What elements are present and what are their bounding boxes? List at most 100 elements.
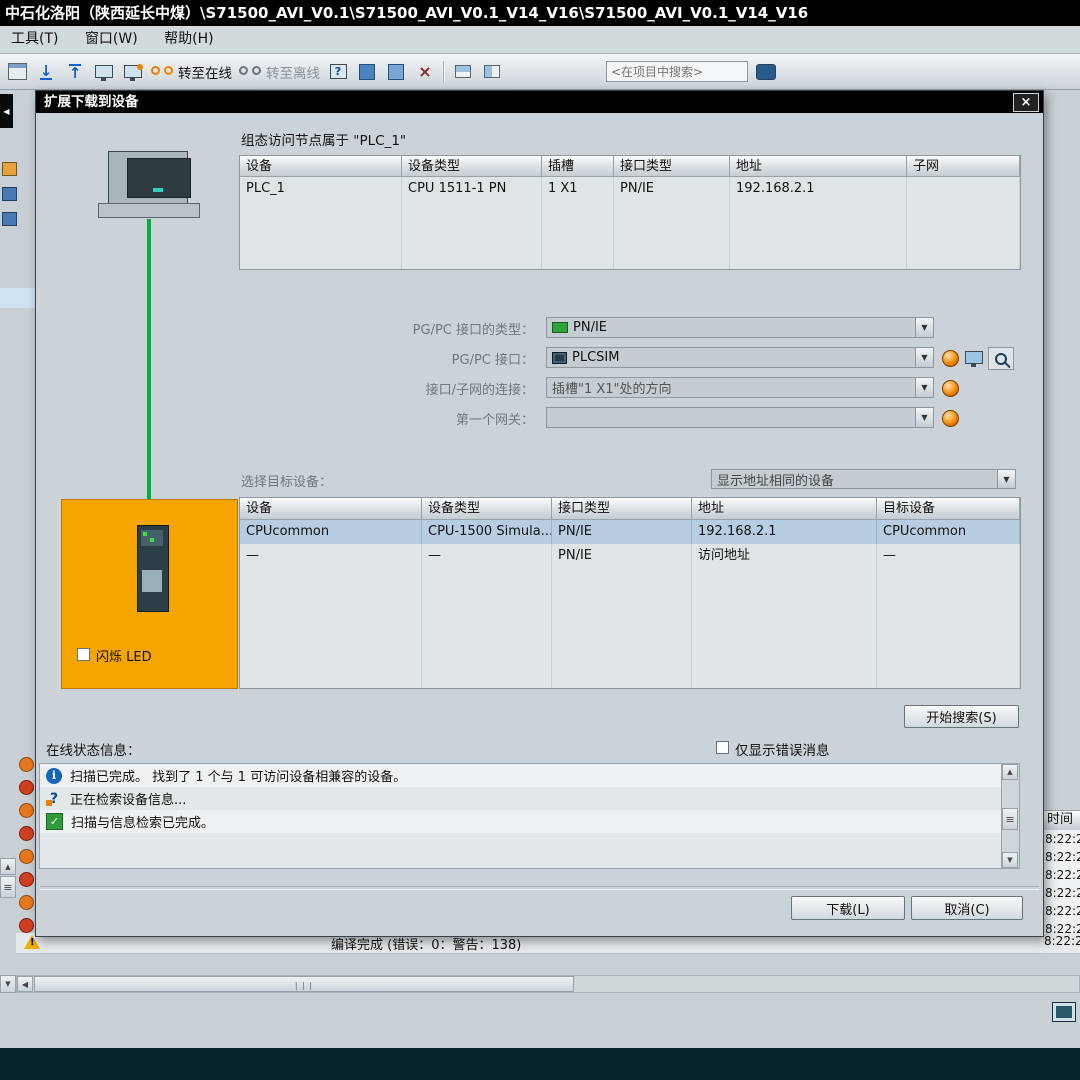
upload-from-device-icon[interactable] <box>64 61 86 83</box>
window-title: 中石化洛阳（陕西延长中煤）\S71500_AVI_V0.1\S71500_AVI… <box>5 4 808 22</box>
status-message-row[interactable]: 扫描已完成。 找到了 1 个与 1 可访问设备相兼容的设备。 <box>40 764 1002 787</box>
chevron-down-icon[interactable] <box>915 318 933 337</box>
table-header-row: 设备 设备类型 插槽 接口类型 地址 子网 <box>240 156 1020 177</box>
gateway-select[interactable] <box>546 407 934 428</box>
flash-led-icon[interactable] <box>942 350 959 367</box>
background-time-cell: 8:22:2 <box>1042 830 1080 849</box>
remove-connection-icon[interactable] <box>414 61 436 83</box>
time-column-header: 时间 <box>1042 810 1080 831</box>
scroll-up-button[interactable] <box>1002 764 1018 780</box>
hscroll-grip-icon <box>295 977 313 992</box>
project-search-input[interactable] <box>606 61 748 82</box>
go-offline-icon <box>239 66 261 78</box>
form-row: PG/PC 接口： PLCSIM <box>36 347 1043 368</box>
alarm-icon <box>19 780 34 795</box>
alarm-icon <box>19 826 34 841</box>
pgpc-type-label: PG/PC 接口的类型： <box>413 319 534 338</box>
table-row <box>240 640 1020 664</box>
hscroll-thumb[interactable] <box>34 976 574 992</box>
status-message-list: 扫描已完成。 找到了 1 个与 1 可访问设备相兼容的设备。 正在检索设备信息.… <box>39 763 1020 869</box>
only-errors-checkbox[interactable] <box>716 741 729 754</box>
background-time-cell: 8:22:2 <box>1042 866 1080 885</box>
split-editor-horizontal-icon[interactable] <box>452 61 474 83</box>
select-target-label: 选择目标设备： <box>241 471 332 490</box>
connection-select[interactable]: 插槽"1 X1"处的方向 <box>546 377 934 398</box>
background-time-cell: 8:22:2 <box>1044 934 1080 948</box>
hscroll-left-button[interactable] <box>17 976 33 992</box>
chevron-down-icon[interactable] <box>915 378 933 397</box>
table-header-row: 设备 设备类型 接口类型 地址 目标设备 <box>240 498 1020 520</box>
main-toolbar: 转至在线 转至离线 <box>0 54 1080 90</box>
pgpc-interface-select[interactable]: PLCSIM <box>546 347 934 368</box>
vscroll-thumb[interactable] <box>0 876 16 898</box>
menu-tools[interactable]: 工具(T) <box>0 26 69 53</box>
start-simulation-icon[interactable] <box>93 61 115 83</box>
screen: 中石化洛阳（陕西延长中煤）\S71500_AVI_V0.1\S71500_AVI… <box>0 0 1080 1080</box>
status-tray-icon[interactable] <box>1052 1002 1076 1022</box>
browse-icon[interactable] <box>988 347 1014 370</box>
flash-led-checkbox[interactable] <box>77 648 90 661</box>
gateway-label: 第一个网关： <box>456 409 534 428</box>
table-row <box>240 592 1020 616</box>
status-message-row[interactable]: 扫描与信息检索已完成。 <box>40 810 1002 833</box>
vscroll-down-button[interactable] <box>0 975 16 993</box>
project-tree-icon <box>2 162 17 176</box>
plcsim-icon <box>552 352 567 364</box>
flash-led-icon[interactable] <box>942 380 959 397</box>
check-icon <box>46 813 63 830</box>
scroll-thumb[interactable] <box>1002 808 1018 830</box>
search-project-icon[interactable] <box>755 61 777 83</box>
background-time-cell: 8:22:2 <box>1042 884 1080 903</box>
toolbar-separator <box>443 61 445 83</box>
stop-simulation-icon[interactable] <box>122 61 144 83</box>
collapse-panel-arrow[interactable] <box>0 94 13 128</box>
plc-device-graphic <box>137 525 169 612</box>
show-devices-icon[interactable] <box>965 351 983 364</box>
scroll-down-button[interactable] <box>1002 852 1018 868</box>
pnie-icon <box>552 322 568 333</box>
table-row[interactable]: PLC_1 CPU 1511-1 PN 1 X1 PN/IE 192.168.2… <box>240 177 1020 200</box>
menu-help[interactable]: 帮助(H) <box>153 26 224 53</box>
start-search-button[interactable]: 开始搜索(S) <box>904 705 1019 728</box>
vscroll-up-button[interactable] <box>0 858 16 875</box>
flash-led-icon[interactable] <box>942 410 959 427</box>
alarm-icon <box>19 849 34 864</box>
menu-window[interactable]: 窗口(W) <box>74 26 149 53</box>
form-row: 第一个网关： <box>36 407 1043 428</box>
status-message-row[interactable]: 正在检索设备信息... <box>40 787 1002 810</box>
pgpc-interface-label: PG/PC 接口： <box>452 349 534 368</box>
table-row-selected[interactable]: CPUcommon CPU-1500 Simula... PN/IE 192.1… <box>240 520 1020 544</box>
hscrollbar[interactable] <box>16 975 1080 993</box>
close-icon[interactable] <box>1013 93 1039 112</box>
chevron-down-icon[interactable] <box>997 470 1015 488</box>
online-status-label: 在线状态信息： <box>46 739 141 759</box>
chevron-down-icon[interactable] <box>915 408 933 427</box>
only-errors-label: 仅显示错误消息 <box>735 739 830 759</box>
ethernet-cable-graphic <box>147 219 151 526</box>
go-offline-button[interactable]: 转至离线 <box>239 62 320 82</box>
target-filter-select[interactable]: 显示地址相同的设备 <box>711 469 1016 489</box>
question-icon <box>46 791 62 807</box>
table-row <box>240 568 1020 592</box>
window-settings-icon[interactable] <box>6 61 28 83</box>
laptop-screen <box>108 151 188 205</box>
accessible-devices-icon[interactable] <box>327 61 349 83</box>
message-scrollbar[interactable] <box>1001 764 1019 868</box>
dialog-titlebar[interactable]: 扩展下载到设备 <box>36 91 1043 113</box>
table-row[interactable]: — — PN/IE 访问地址 — <box>240 544 1020 568</box>
go-online-button[interactable]: 转至在线 <box>151 62 232 82</box>
start-cpu-icon[interactable] <box>356 61 378 83</box>
table-row <box>240 246 1020 269</box>
chevron-down-icon[interactable] <box>915 348 933 367</box>
magnifier-icon <box>995 353 1007 365</box>
cancel-button[interactable]: 取消(C) <box>911 896 1023 920</box>
pgpc-type-select[interactable]: PN/IE <box>546 317 934 338</box>
stop-cpu-icon[interactable] <box>385 61 407 83</box>
pg-pc-computer-graphic <box>98 151 208 236</box>
form-row: 接口/子网的连接： 插槽"1 X1"处的方向 <box>36 377 1043 398</box>
alarm-icon <box>19 757 34 772</box>
download-button[interactable]: 下载(L) <box>791 896 905 920</box>
split-editor-vertical-icon[interactable] <box>481 61 503 83</box>
download-to-device-icon[interactable] <box>35 61 57 83</box>
configured-nodes-table: 设备 设备类型 插槽 接口类型 地址 子网 PLC_1 CPU 1511-1 P… <box>239 155 1021 270</box>
